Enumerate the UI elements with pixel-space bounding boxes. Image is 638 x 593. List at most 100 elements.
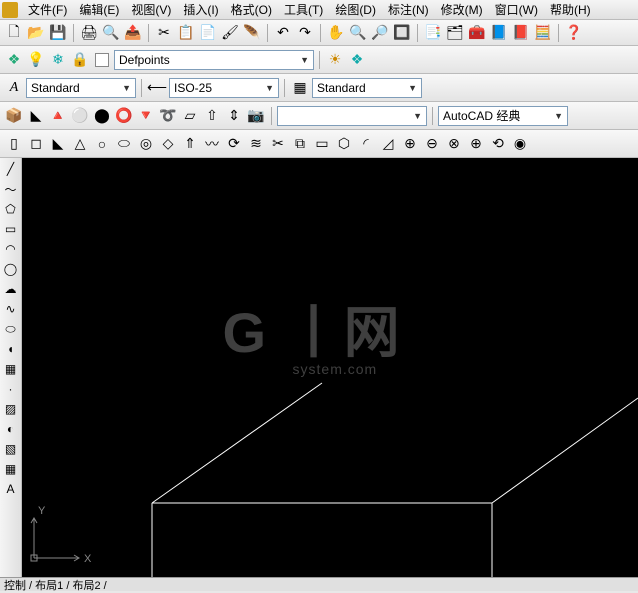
- extrude-icon[interactable]: ⇧: [202, 106, 222, 126]
- tool-palettes-icon[interactable]: 🧰: [467, 23, 487, 43]
- ellipse-icon[interactable]: ⬭: [2, 320, 20, 338]
- circle-icon[interactable]: ◯: [2, 260, 20, 278]
- zoom-realtime-icon[interactable]: 🔍: [348, 23, 368, 43]
- gradient-icon[interactable]: ◐: [2, 420, 20, 438]
- open-icon[interactable]: 📂: [26, 23, 46, 43]
- calc-icon[interactable]: 🧮: [533, 23, 553, 43]
- box2-icon[interactable]: ◻: [26, 134, 46, 154]
- flatten-icon[interactable]: ▭: [312, 134, 332, 154]
- subtract-icon[interactable]: ⊖: [422, 134, 442, 154]
- publish-icon[interactable]: 📤: [123, 23, 143, 43]
- drawing-canvas[interactable]: G 丨网 system.com Y X: [22, 158, 638, 577]
- table-style-icon[interactable]: ▦: [290, 78, 310, 98]
- properties-icon[interactable]: 📑: [423, 23, 443, 43]
- ucs-icon[interactable]: ⊕: [466, 134, 486, 154]
- freeze-icon[interactable]: ❄: [48, 50, 68, 70]
- cylinder-icon[interactable]: ⬤: [92, 106, 112, 126]
- 3dorbit-icon[interactable]: ⟲: [488, 134, 508, 154]
- menu-file[interactable]: 文件(F): [22, 0, 73, 20]
- presspull-icon[interactable]: ⇕: [224, 106, 244, 126]
- revolve-icon[interactable]: ⟳: [224, 134, 244, 154]
- workspace-combo[interactable]: AutoCAD 经典 ▼: [438, 106, 568, 126]
- layer-combo[interactable]: Defpoints ▼: [114, 50, 314, 70]
- rect-icon[interactable]: ▭: [2, 220, 20, 238]
- extrude2-icon[interactable]: ⇑: [180, 134, 200, 154]
- chamfer-icon[interactable]: ◿: [378, 134, 398, 154]
- revcloud-icon[interactable]: ☁: [2, 280, 20, 298]
- loft-icon[interactable]: ≋: [246, 134, 266, 154]
- lock-icon[interactable]: 🔒: [70, 50, 90, 70]
- polysolid-icon[interactable]: ▯: [4, 134, 24, 154]
- box-icon[interactable]: 📦: [4, 106, 24, 126]
- menu-edit[interactable]: 编辑(E): [73, 0, 125, 20]
- menu-draw[interactable]: 绘图(D): [329, 0, 382, 20]
- menu-window[interactable]: 窗口(W): [489, 0, 544, 20]
- copy-icon[interactable]: 📋: [176, 23, 196, 43]
- plot-icon[interactable]: 🖨: [79, 23, 99, 43]
- intersect-icon[interactable]: ⊗: [444, 134, 464, 154]
- spline-icon[interactable]: ∿: [2, 300, 20, 318]
- sphere-icon[interactable]: ⚪: [70, 106, 90, 126]
- point-icon[interactable]: ·: [2, 380, 20, 398]
- menu-insert[interactable]: 插入(I): [177, 0, 224, 20]
- table-icon[interactable]: ▦: [2, 460, 20, 478]
- layer-state-icon[interactable]: ☀: [325, 50, 345, 70]
- new-icon[interactable]: 🗋: [4, 23, 24, 43]
- fillet-icon[interactable]: ◜: [356, 134, 376, 154]
- view-combo[interactable]: ▼: [277, 106, 427, 126]
- imprint-icon[interactable]: ⬡: [334, 134, 354, 154]
- menu-tools[interactable]: 工具(T): [278, 0, 329, 20]
- camera-icon[interactable]: 📷: [246, 106, 266, 126]
- menu-dimension[interactable]: 标注(N): [382, 0, 435, 20]
- text-style-combo[interactable]: Standard ▼: [26, 78, 136, 98]
- helix-icon[interactable]: ➰: [158, 106, 178, 126]
- ellipse-arc-icon[interactable]: ◖: [2, 340, 20, 358]
- menu-help[interactable]: 帮助(H): [544, 0, 597, 20]
- undo-icon[interactable]: ↶: [273, 23, 293, 43]
- preview-icon[interactable]: 🔍: [101, 23, 121, 43]
- cut-icon[interactable]: ✂: [154, 23, 174, 43]
- slice-icon[interactable]: ✂: [268, 134, 288, 154]
- layer-manager-icon[interactable]: ❖: [4, 50, 24, 70]
- dim-style-combo[interactable]: ISO-25 ▼: [169, 78, 279, 98]
- design-center-icon[interactable]: 🗂: [445, 23, 465, 43]
- cone-icon[interactable]: 🔺: [48, 106, 68, 126]
- section-icon[interactable]: ⧉: [290, 134, 310, 154]
- match-icon[interactable]: 🖌: [220, 23, 240, 43]
- sheetset-icon[interactable]: 📘: [489, 23, 509, 43]
- pyramid-icon[interactable]: 🔻: [136, 106, 156, 126]
- torus2-icon[interactable]: ◎: [136, 134, 156, 154]
- polygon-icon[interactable]: ⬠: [2, 200, 20, 218]
- help-icon[interactable]: ❓: [564, 23, 584, 43]
- markup-icon[interactable]: 📕: [511, 23, 531, 43]
- pyr2-icon[interactable]: ◇: [158, 134, 178, 154]
- text-style-icon[interactable]: A: [4, 78, 24, 98]
- visual-style-icon[interactable]: ◉: [510, 134, 530, 154]
- mtext-icon[interactable]: A: [2, 480, 20, 498]
- sweep-icon[interactable]: 〰: [202, 134, 222, 154]
- table-style-combo[interactable]: Standard ▼: [312, 78, 422, 98]
- region-icon[interactable]: ▧: [2, 440, 20, 458]
- zoom-window-icon[interactable]: 🔎: [370, 23, 390, 43]
- layer-prev-icon[interactable]: ❖: [347, 50, 367, 70]
- arc-icon[interactable]: ◠: [2, 240, 20, 258]
- paste-icon[interactable]: 📄: [198, 23, 218, 43]
- cone2-icon[interactable]: △: [70, 134, 90, 154]
- hatch-icon[interactable]: ▨: [2, 400, 20, 418]
- dim-style-icon[interactable]: ⟵: [147, 78, 167, 98]
- block-icon[interactable]: ▦: [2, 360, 20, 378]
- menu-modify[interactable]: 修改(M): [435, 0, 489, 20]
- sphere2-icon[interactable]: ○: [92, 134, 112, 154]
- wedge-icon[interactable]: ◣: [26, 106, 46, 126]
- cyl2-icon[interactable]: ⬭: [114, 134, 134, 154]
- line-icon[interactable]: ╱: [2, 160, 20, 178]
- bulb-icon[interactable]: 💡: [26, 50, 46, 70]
- redo-icon[interactable]: ↷: [295, 23, 315, 43]
- menu-format[interactable]: 格式(O): [225, 0, 278, 20]
- union-icon[interactable]: ⊕: [400, 134, 420, 154]
- pan-icon[interactable]: ✋: [326, 23, 346, 43]
- wedge2-icon[interactable]: ◣: [48, 134, 68, 154]
- save-icon[interactable]: 💾: [48, 23, 68, 43]
- menu-view[interactable]: 视图(V): [125, 0, 177, 20]
- brush-icon[interactable]: 🪶: [242, 23, 262, 43]
